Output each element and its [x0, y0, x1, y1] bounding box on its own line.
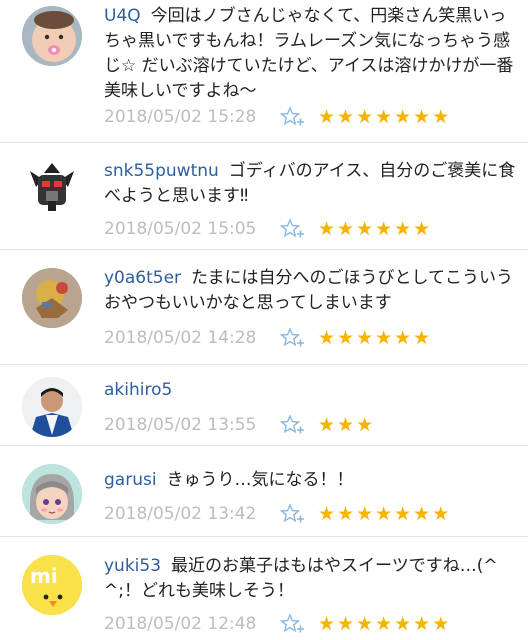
- comment-date: 2018/05/02 15:28: [104, 107, 257, 127]
- comment-item: y0a6t5er たまには自分へのごほうびとしてこういうおやつもいいかなと思ってし…: [0, 250, 528, 364]
- comment-meta: 2018/05/02 15:28 ★★★★★★★: [104, 104, 451, 130]
- rating-stars: ★★★: [318, 414, 376, 436]
- comment-date: 2018/05/02 14:28: [104, 328, 257, 348]
- comment-item: U4Q 今回はノブさんじゃなくて、円楽さん笑黒いっちゃ黒いですもんね！ラムレーズン…: [0, 0, 528, 142]
- comment-meta: 2018/05/02 15:05 ★★★★★★: [104, 216, 432, 242]
- man-portrait-icon: [22, 377, 82, 437]
- comment-body: 今回はノブさんじゃなくて、円楽さん笑黒いっちゃ黒いですもんね！ラムレーズン気にな…: [104, 6, 514, 101]
- comment-body: 最近のお菓子はもはやスイーツですね…(^^;！どれも美味しそう！: [104, 556, 498, 601]
- comment-meta: 2018/05/02 13:55 ★★★: [104, 412, 375, 438]
- comment-item: snk55puwtnu ゴディバのアイス、自分のご褒美に食べようと思います‼ 20…: [0, 143, 528, 249]
- robot-mask-icon: [22, 157, 82, 217]
- comment-item: garusi きゅうり…気になる！！ 2018/05/02 13:42 ★★★★★…: [0, 446, 528, 536]
- baby-photo-icon: [22, 6, 82, 66]
- comment-text: garusi きゅうり…気になる！！: [104, 468, 516, 493]
- comment-username[interactable]: akihiro5: [104, 380, 172, 400]
- comment-text: y0a6t5er たまには自分へのごほうびとしてこういうおやつもいいかなと思ってし…: [104, 266, 516, 316]
- star-add-icon[interactable]: [280, 503, 306, 525]
- comment-meta: 2018/05/02 13:42 ★★★★★★★: [104, 501, 451, 527]
- user-avatar[interactable]: [22, 268, 82, 328]
- user-avatar[interactable]: [22, 6, 82, 66]
- figure-photo-icon: [22, 268, 82, 328]
- rating-stars: ★★★★★★★: [318, 613, 452, 635]
- comment-date: 2018/05/02 15:05: [104, 219, 257, 239]
- rating-stars: ★★★★★★★: [318, 503, 452, 525]
- comment-meta: 2018/05/02 12:48 ★★★★★★★: [104, 611, 451, 637]
- star-add-icon[interactable]: [280, 327, 306, 349]
- star-add-icon[interactable]: [280, 414, 306, 436]
- comment-text: U4Q 今回はノブさんじゃなくて、円楽さん笑黒いっちゃ黒いですもんね！ラムレーズン…: [104, 4, 516, 104]
- svg-text:mi: mi: [30, 564, 58, 588]
- comment-list: U4Q 今回はノブさんじゃなくて、円楽さん笑黒いっちゃ黒いですもんね！ラムレーズン…: [0, 0, 528, 640]
- star-add-icon[interactable]: [280, 218, 306, 240]
- user-avatar[interactable]: [22, 157, 82, 217]
- star-add-icon[interactable]: [280, 106, 306, 128]
- comment-username[interactable]: y0a6t5er: [104, 268, 181, 288]
- comment-item: akihiro5 2018/05/02 13:55 ★★★: [0, 365, 528, 445]
- comment-username[interactable]: U4Q: [104, 6, 141, 26]
- comment-text: yuki53 最近のお菓子はもはやスイーツですね…(^^;！どれも美味しそう！: [104, 554, 516, 604]
- rating-stars: ★★★★★★: [318, 218, 433, 240]
- comment-username[interactable]: yuki53: [104, 556, 161, 576]
- comment-username[interactable]: garusi: [104, 470, 157, 490]
- comment-text: snk55puwtnu ゴディバのアイス、自分のご褒美に食べようと思います‼: [104, 159, 516, 209]
- user-avatar[interactable]: [22, 377, 82, 437]
- star-add-icon[interactable]: [280, 613, 306, 635]
- cartoon-face-icon: [22, 464, 82, 524]
- rating-stars: ★★★★★★★: [318, 106, 452, 128]
- comment-username[interactable]: snk55puwtnu: [104, 161, 219, 181]
- comment-body: きゅうり…気になる！！: [166, 470, 354, 490]
- rating-stars: ★★★★★★: [318, 327, 433, 349]
- user-avatar[interactable]: mi: [22, 555, 82, 615]
- comment-text: akihiro5: [104, 378, 516, 403]
- user-avatar[interactable]: [22, 464, 82, 524]
- comment-date: 2018/05/02 13:55: [104, 415, 257, 435]
- mi-chick-icon: mi: [22, 555, 82, 615]
- comment-date: 2018/05/02 13:42: [104, 504, 257, 524]
- comment-meta: 2018/05/02 14:28 ★★★★★★: [104, 325, 432, 351]
- comment-date: 2018/05/02 12:48: [104, 614, 257, 634]
- comment-item: mi yuki53 最近のお菓子はもはやスイーツですね…(^^;！どれも美味しそう…: [0, 537, 528, 640]
